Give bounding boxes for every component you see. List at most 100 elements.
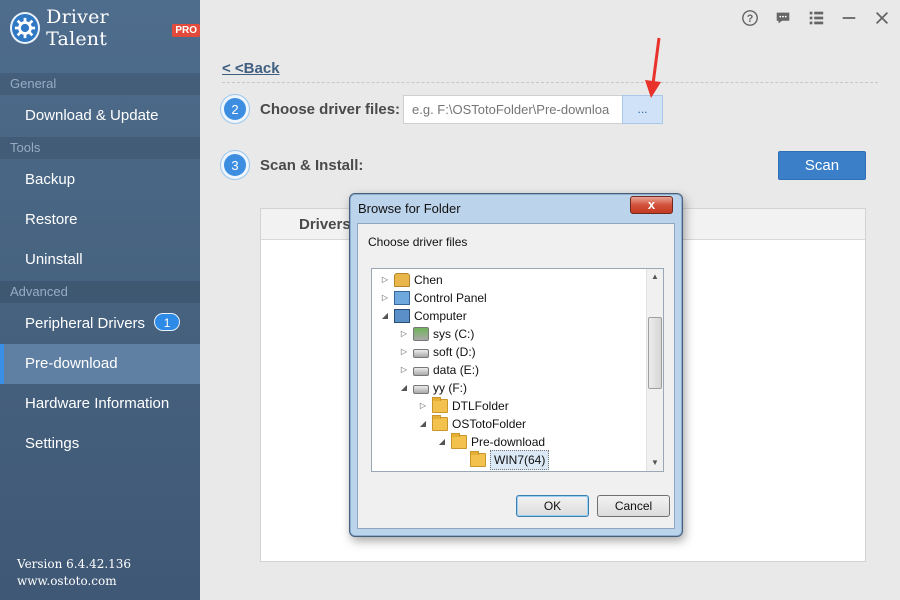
sidebar-item-label: Settings	[25, 435, 80, 452]
collapse-arrow-icon[interactable]: ◢	[437, 433, 447, 451]
app-logo: Driver Talent PRO	[10, 6, 200, 50]
sidebar-item-pre-download[interactable]: Pre-download	[0, 344, 200, 384]
tree-node[interactable]: ▷ soft (D:)	[399, 343, 476, 361]
gear-logo-icon	[10, 12, 41, 44]
folder-icon	[432, 415, 448, 431]
collapse-arrow-icon[interactable]: ◢	[418, 415, 428, 433]
tree-node[interactable]: ▷ Control Panel	[380, 289, 487, 307]
tree-node[interactable]: ◢ Pre-download	[437, 433, 545, 451]
folder-icon	[451, 433, 467, 449]
cancel-button[interactable]: Cancel	[597, 495, 670, 517]
back-link[interactable]: < <Back	[222, 60, 280, 77]
tree-node[interactable]: ◢ OSTotoFolder	[418, 415, 526, 433]
dialog-body: Choose driver files ▷ Chen ▷ Control Panel ◢…	[357, 223, 675, 529]
version-text: Version 6.4.42.136	[17, 557, 132, 571]
tree-node-label: Control Panel	[414, 291, 487, 305]
step-2-circle: 2	[220, 94, 250, 124]
expand-arrow-icon[interactable]: ▷	[418, 397, 428, 415]
sidebar-item-label: Peripheral Drivers	[25, 315, 146, 332]
tree-node-label: sys (C:)	[433, 327, 475, 341]
section-general: General	[0, 73, 200, 95]
sidebar-item-backup[interactable]: Backup	[0, 160, 200, 200]
sidebar-item-hardware-information[interactable]: Hardware Information	[0, 384, 200, 424]
collapse-arrow-icon[interactable]: ◢	[399, 379, 409, 397]
dialog-title: Browse for Folder	[358, 201, 461, 216]
sidebar-item-label: Download & Update	[25, 107, 159, 124]
driver-path-input[interactable]	[403, 95, 623, 124]
sidebar-item-label: Backup	[25, 171, 76, 188]
help-icon[interactable]: ?	[740, 8, 760, 28]
drive-icon	[413, 385, 429, 394]
sidebar-item-settings[interactable]: Settings	[0, 424, 200, 464]
count-badge: 1	[154, 313, 181, 332]
tree-node-label: DTLFolder	[452, 399, 509, 413]
drive-icon	[413, 349, 429, 358]
tree-node-label: Chen	[414, 273, 443, 287]
tree-node-label: Pre-download	[471, 435, 546, 449]
tree-node-label: WIN7(64)	[490, 450, 550, 470]
tree-node-label: data (E:)	[433, 363, 480, 377]
ok-button[interactable]: OK	[516, 495, 589, 517]
section-tools: Tools	[0, 137, 200, 159]
dialog-prompt: Choose driver files	[368, 235, 468, 249]
sidebar-item-label: Pre-download	[25, 355, 118, 372]
tree-node[interactable]: ◢ Computer	[380, 307, 467, 325]
folder-icon	[432, 397, 448, 413]
tree-scrollbar[interactable]: ▲ ▼	[646, 269, 663, 471]
app-name: Driver Talent	[46, 6, 109, 50]
system-drive-icon	[413, 327, 429, 341]
red-arrow-annotation	[645, 37, 661, 98]
collapse-arrow-icon[interactable]: ◢	[380, 307, 390, 325]
expand-arrow-icon[interactable]: ▷	[380, 271, 390, 289]
feedback-icon[interactable]	[773, 8, 793, 28]
version-info: Version 6.4.42.136 www.ostoto.com	[17, 556, 131, 590]
expand-arrow-icon[interactable]: ▷	[399, 325, 409, 343]
sidebar-item-download-update[interactable]: Download & Update	[0, 96, 200, 136]
scan-button[interactable]: Scan	[778, 151, 866, 180]
control-panel-icon	[394, 291, 410, 305]
scroll-up-arrow-icon[interactable]: ▲	[647, 269, 663, 285]
expand-arrow-icon[interactable]: ▷	[380, 289, 390, 307]
scroll-thumb[interactable]	[648, 317, 662, 389]
tree-node-label: soft (D:)	[433, 345, 476, 359]
divider	[222, 82, 878, 83]
computer-icon	[394, 309, 410, 323]
sidebar: Driver Talent PRO General Download & Upd…	[0, 0, 200, 600]
step-3-label: Scan & Install:	[260, 157, 364, 174]
drivers-column-header: Drivers	[299, 216, 351, 233]
step-number: 2	[224, 98, 246, 120]
step-2-label: Choose driver files:	[260, 101, 401, 118]
tree-node-label: OSTotoFolder	[452, 417, 527, 431]
drive-icon	[413, 367, 429, 376]
section-advanced: Advanced	[0, 281, 200, 303]
close-icon[interactable]	[872, 8, 892, 28]
sidebar-item-label: Uninstall	[25, 251, 83, 268]
sidebar-item-uninstall[interactable]: Uninstall	[0, 240, 200, 280]
svg-text:?: ?	[747, 13, 754, 25]
menu-icon[interactable]	[806, 8, 826, 28]
folder-icon	[470, 451, 486, 467]
expand-arrow-icon[interactable]: ▷	[399, 343, 409, 361]
browse-folder-dialog: Browse for Folder x Choose driver files …	[349, 193, 683, 537]
scroll-down-arrow-icon[interactable]: ▼	[647, 455, 663, 471]
titlebar-controls: ?	[740, 8, 892, 28]
sidebar-item-peripheral-drivers[interactable]: Peripheral Drivers 1	[0, 304, 200, 344]
tree-node[interactable]: ▷ data (E:)	[399, 361, 479, 379]
tree-node[interactable]: ▷ DTLFolder	[418, 397, 509, 415]
expand-arrow-icon[interactable]: ▷	[399, 361, 409, 379]
tree-node[interactable]: WIN7(64)	[456, 450, 550, 470]
tree-node-label: Computer	[414, 309, 467, 323]
step-number: 3	[224, 154, 246, 176]
sidebar-item-label: Restore	[25, 211, 78, 228]
tree-node[interactable]: ▷ sys (C:)	[399, 325, 474, 343]
website-link[interactable]: www.ostoto.com	[17, 573, 131, 590]
tree-node-label: yy (F:)	[433, 381, 467, 395]
pro-badge: PRO	[172, 23, 200, 37]
folder-tree[interactable]: ▷ Chen ▷ Control Panel ◢ Computer ▷ sys (C:) ▷ so…	[371, 268, 664, 472]
sidebar-item-restore[interactable]: Restore	[0, 200, 200, 240]
dialog-close-button[interactable]: x	[630, 196, 673, 214]
tree-node[interactable]: ▷ Chen	[380, 271, 443, 289]
minimize-icon[interactable]	[839, 8, 859, 28]
tree-node[interactable]: ◢ yy (F:)	[399, 379, 467, 397]
step-3-circle: 3	[220, 150, 250, 180]
